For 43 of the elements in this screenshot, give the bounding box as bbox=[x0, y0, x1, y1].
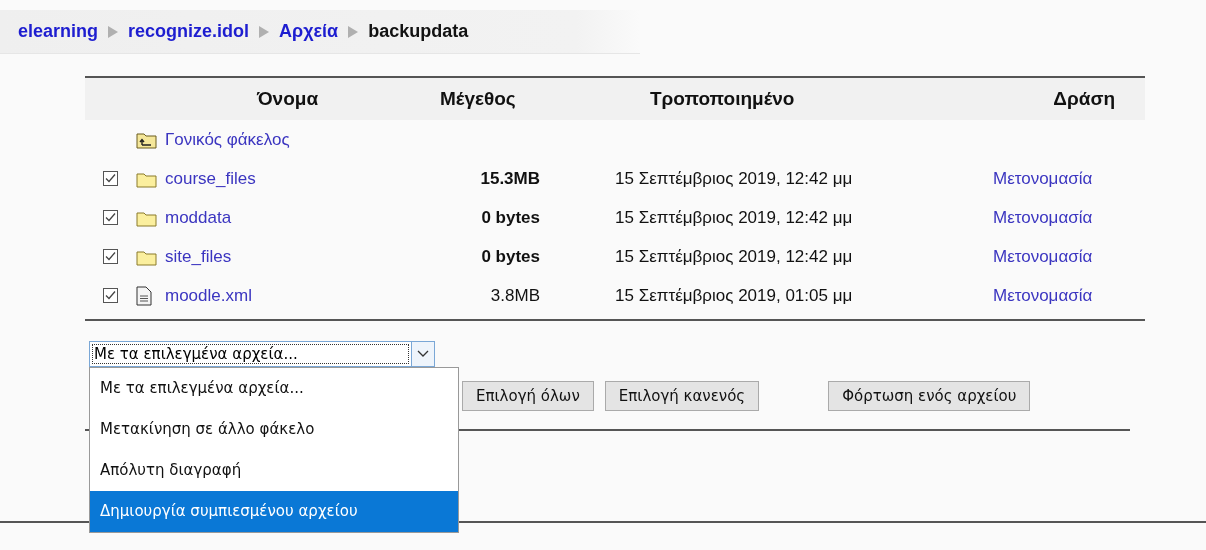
modified-date: 15 Σεπτέμβριος 2019, 12:42 μμ bbox=[615, 168, 854, 189]
checkbox[interactable] bbox=[103, 210, 118, 225]
file-link[interactable]: moddata bbox=[165, 207, 410, 228]
select-none-button[interactable]: Επιλογή κανενός bbox=[604, 381, 760, 411]
column-header: Όνομα bbox=[255, 88, 320, 110]
separator-icon bbox=[347, 25, 360, 38]
file-size: 15.3MB bbox=[479, 168, 540, 189]
file-size: 0 bytes bbox=[480, 207, 540, 228]
dropdown-option[interactable]: Απόλυτη διαγραφή bbox=[90, 450, 458, 491]
file-link[interactable]: course_files bbox=[165, 168, 410, 189]
modified-date: 15 Σεπτέμβριος 2019, 01:05 μμ bbox=[615, 285, 854, 306]
file-size: 3.8MB bbox=[489, 285, 540, 306]
breadcrumb-link[interactable]: elearning bbox=[18, 21, 99, 42]
modified-date: 15 Σεπτέμβριος 2019, 12:42 μμ bbox=[615, 207, 854, 228]
chevron-down-icon[interactable] bbox=[411, 342, 434, 366]
column-header: Τροποποιημένο bbox=[649, 88, 796, 110]
file-link[interactable]: site_files bbox=[165, 246, 410, 267]
column-header: Μέγεθος bbox=[439, 88, 517, 110]
breadcrumb-link[interactable]: Αρχεία bbox=[279, 21, 339, 42]
checkbox[interactable] bbox=[103, 288, 118, 303]
file-size: 0 bytes bbox=[480, 246, 540, 267]
parent-folder-icon bbox=[136, 130, 158, 149]
checkbox[interactable] bbox=[103, 171, 118, 186]
file-link[interactable]: moodle.xml bbox=[165, 285, 410, 306]
parent-folder-link[interactable]: Γονικός φάκελος bbox=[165, 129, 410, 150]
document-icon bbox=[136, 285, 152, 306]
modified-date: 15 Σεπτέμβριος 2019, 12:42 μμ bbox=[615, 246, 854, 267]
dropdown-option[interactable]: Με τα επιλεγμένα αρχεία... bbox=[90, 368, 458, 409]
upload-file-button[interactable]: Φόρτωση ενός αρχείου bbox=[828, 381, 1031, 411]
bulk-action-select[interactable]: Με τα επιλεγμένα αρχεία... bbox=[89, 341, 435, 367]
select-all-button[interactable]: Επιλογή όλων bbox=[462, 381, 594, 411]
checkbox[interactable] bbox=[103, 249, 118, 264]
breadcrumb-current: backupdata bbox=[368, 21, 469, 42]
rename-link[interactable]: Μετονομασία bbox=[993, 207, 1093, 227]
rename-link[interactable]: Μετονομασία bbox=[993, 285, 1093, 305]
separator-icon bbox=[107, 25, 120, 38]
column-header: Δράση bbox=[1052, 88, 1116, 110]
breadcrumb-link[interactable]: recognize.idol bbox=[128, 21, 250, 42]
rename-link[interactable]: Μετονομασία bbox=[993, 246, 1093, 266]
dropdown-option[interactable]: Μετακίνηση σε άλλο φάκελο bbox=[90, 409, 458, 450]
separator-icon bbox=[258, 25, 271, 38]
dropdown-option[interactable]: Δημιουργία συμπιεσμένου αρχείου bbox=[90, 491, 458, 532]
rename-link[interactable]: Μετονομασία bbox=[993, 168, 1093, 188]
